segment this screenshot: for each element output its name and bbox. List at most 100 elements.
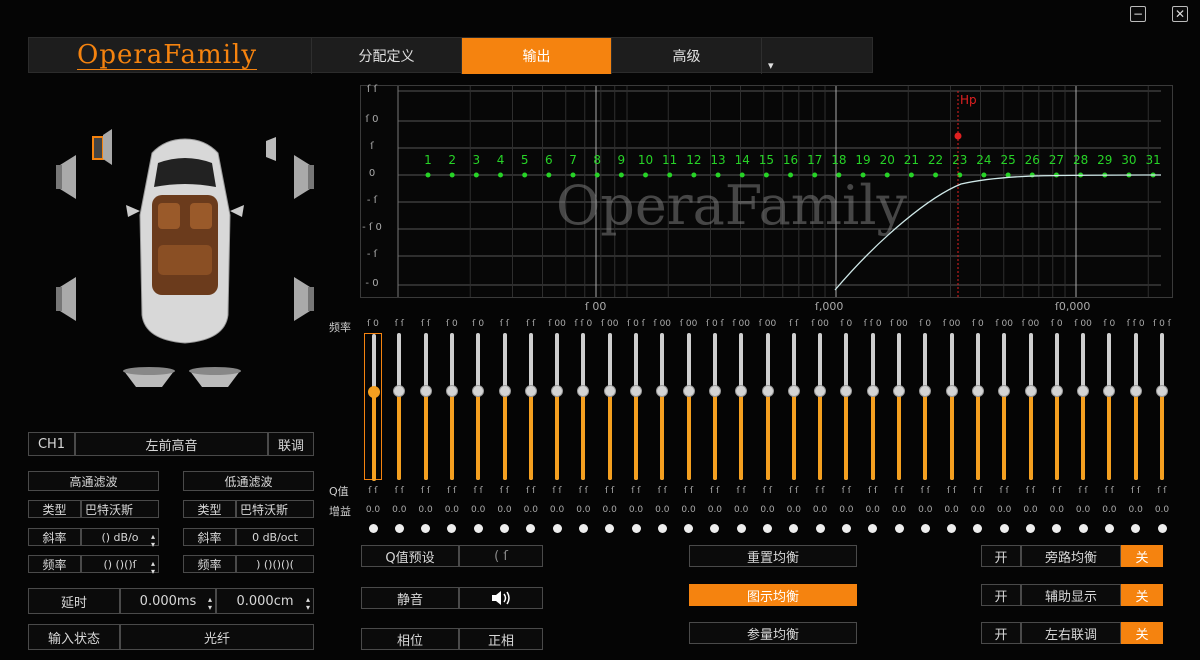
band-q-value[interactable]: ſ ſ bbox=[679, 486, 699, 496]
eq-band-slider[interactable] bbox=[443, 333, 461, 480]
band-freq-value[interactable]: ſ 00 bbox=[758, 319, 778, 329]
band-gain-value[interactable]: 0.0 bbox=[1073, 505, 1093, 515]
eq-band-slider[interactable] bbox=[548, 333, 566, 480]
graphic-eq-button[interactable]: 图示均衡 bbox=[689, 584, 857, 606]
mute-button[interactable] bbox=[459, 587, 543, 609]
slider-knob[interactable] bbox=[419, 385, 432, 397]
slider-knob[interactable] bbox=[1050, 385, 1063, 397]
band-freq-value[interactable]: ſ 00 bbox=[679, 319, 699, 329]
lr-link-off-button[interactable]: 关 bbox=[1121, 622, 1163, 644]
band-q-value[interactable]: ſ ſ bbox=[1073, 486, 1093, 496]
eq-band-slider[interactable] bbox=[627, 333, 645, 480]
band-freq-value[interactable]: ſ 0 bbox=[363, 319, 383, 329]
bypass-off-button[interactable]: 关 bbox=[1121, 545, 1163, 567]
band-gain-value[interactable]: 0.0 bbox=[416, 505, 436, 515]
band-q-value[interactable]: ſ ſ bbox=[836, 486, 856, 496]
band-gain-value[interactable]: 0.0 bbox=[389, 505, 409, 515]
band-gain-value[interactable]: 0.0 bbox=[889, 505, 909, 515]
spin-arrows-icon[interactable]: ▴ ▾ bbox=[151, 533, 155, 549]
slider-knob[interactable] bbox=[998, 385, 1011, 397]
band-bypass-dot[interactable] bbox=[736, 524, 746, 533]
band-freq-value[interactable]: ſ ſ 0 bbox=[573, 319, 593, 329]
eq-band-slider[interactable] bbox=[1074, 333, 1092, 480]
band-freq-value[interactable]: ſ 00 bbox=[942, 319, 962, 329]
band-gain-value[interactable]: 0.0 bbox=[705, 505, 725, 515]
eq-band-slider[interactable] bbox=[469, 333, 487, 480]
band-bypass-dot[interactable] bbox=[841, 524, 851, 533]
eq-band-slider[interactable] bbox=[680, 333, 698, 480]
band-bypass-dot[interactable] bbox=[473, 524, 483, 533]
band-q-value[interactable]: ſ ſ bbox=[363, 486, 383, 496]
band-q-value[interactable]: ſ ſ bbox=[863, 486, 883, 496]
band-bypass-dot[interactable] bbox=[1078, 524, 1088, 533]
minimize-button[interactable]: − bbox=[1130, 6, 1146, 22]
band-bypass-dot[interactable] bbox=[657, 524, 667, 533]
eq-band-slider[interactable] bbox=[1127, 333, 1145, 480]
eq-band-slider[interactable] bbox=[1153, 333, 1171, 480]
band-freq-value[interactable]: ſ 00 bbox=[1073, 319, 1093, 329]
hpf-slope-select[interactable]: () dB/o ▴ ▾ bbox=[81, 528, 159, 549]
band-bypass-dot[interactable] bbox=[815, 524, 825, 533]
eq-band-slider[interactable] bbox=[811, 333, 829, 480]
eq-band-slider[interactable] bbox=[916, 333, 934, 480]
eq-band-slider[interactable] bbox=[890, 333, 908, 480]
band-bypass-dot[interactable] bbox=[684, 524, 694, 533]
eq-band-slider[interactable] bbox=[864, 333, 882, 480]
band-gain-value[interactable]: 0.0 bbox=[1126, 505, 1146, 515]
eq-band-slider[interactable] bbox=[995, 333, 1013, 480]
eq-band-slider[interactable] bbox=[969, 333, 987, 480]
band-freq-value[interactable]: ſ 00 bbox=[810, 319, 830, 329]
band-q-value[interactable]: ſ ſ bbox=[442, 486, 462, 496]
band-q-value[interactable]: ſ ſ bbox=[1126, 486, 1146, 496]
reset-eq-button[interactable]: 重置均衡 bbox=[689, 545, 857, 567]
band-freq-value[interactable]: ſ ſ bbox=[784, 319, 804, 329]
band-freq-value[interactable]: ſ ſ 0 bbox=[863, 319, 883, 329]
slider-knob[interactable] bbox=[761, 385, 774, 397]
aux-display-on-button[interactable]: 开 bbox=[981, 584, 1021, 606]
band-gain-value[interactable]: 0.0 bbox=[731, 505, 751, 515]
band-freq-value[interactable]: ſ 0 ſ bbox=[1152, 319, 1172, 329]
band-bypass-dot[interactable] bbox=[710, 524, 720, 533]
slider-knob[interactable] bbox=[498, 385, 511, 397]
slider-knob[interactable] bbox=[840, 385, 853, 397]
band-q-value[interactable]: ſ ſ bbox=[600, 486, 620, 496]
band-bypass-dot[interactable] bbox=[394, 524, 404, 533]
channel-name[interactable]: 左前高音 bbox=[75, 432, 268, 456]
band-freq-value[interactable]: ſ ſ bbox=[495, 319, 515, 329]
slider-knob[interactable] bbox=[1129, 385, 1142, 397]
band-freq-value[interactable]: ſ 0 bbox=[915, 319, 935, 329]
band-freq-value[interactable]: ſ 00 bbox=[731, 319, 751, 329]
band-freq-value[interactable]: ſ 00 bbox=[652, 319, 672, 329]
slider-knob[interactable] bbox=[393, 385, 406, 397]
delay-cm-input[interactable]: 0.000cm ▴ ▾ bbox=[216, 588, 314, 614]
hpf-type-select[interactable]: 巴特沃斯 bbox=[81, 500, 159, 518]
band-q-value[interactable]: ſ ſ bbox=[889, 486, 909, 496]
band-gain-value[interactable]: 0.0 bbox=[810, 505, 830, 515]
band-gain-value[interactable]: 0.0 bbox=[652, 505, 672, 515]
band-bypass-dot[interactable] bbox=[1026, 524, 1035, 533]
band-gain-value[interactable]: 0.0 bbox=[836, 505, 856, 515]
band-q-value[interactable]: ſ ſ bbox=[915, 486, 935, 496]
slider-knob[interactable] bbox=[735, 385, 748, 397]
band-gain-value[interactable]: 0.0 bbox=[758, 505, 778, 515]
band-bypass-dot[interactable] bbox=[973, 524, 983, 533]
band-gain-value[interactable]: 0.0 bbox=[1047, 505, 1067, 515]
slider-knob[interactable] bbox=[445, 385, 458, 397]
band-q-value[interactable]: ſ ſ bbox=[994, 486, 1014, 496]
slider-knob[interactable] bbox=[656, 385, 669, 397]
eq-band-slider[interactable] bbox=[574, 333, 592, 480]
band-gain-value[interactable]: 0.0 bbox=[600, 505, 620, 515]
band-freq-value[interactable]: ſ 0 bbox=[468, 319, 488, 329]
band-bypass-dot[interactable] bbox=[1052, 524, 1062, 533]
param-eq-button[interactable]: 参量均衡 bbox=[689, 622, 857, 644]
band-gain-value[interactable]: 0.0 bbox=[547, 505, 567, 515]
slider-knob[interactable] bbox=[682, 385, 695, 397]
hpf-freq-input[interactable]: () ()()ſ ▴ ▾ bbox=[81, 555, 159, 576]
band-freq-value[interactable]: ſ ſ 0 bbox=[1126, 319, 1146, 329]
band-freq-value[interactable]: ſ 0 bbox=[836, 319, 856, 329]
band-q-value[interactable]: ſ ſ bbox=[416, 486, 436, 496]
tab-output[interactable]: 输出 bbox=[461, 38, 611, 74]
band-gain-value[interactable]: 0.0 bbox=[442, 505, 462, 515]
eq-band-slider[interactable] bbox=[837, 333, 855, 480]
slider-knob[interactable] bbox=[1077, 385, 1090, 397]
